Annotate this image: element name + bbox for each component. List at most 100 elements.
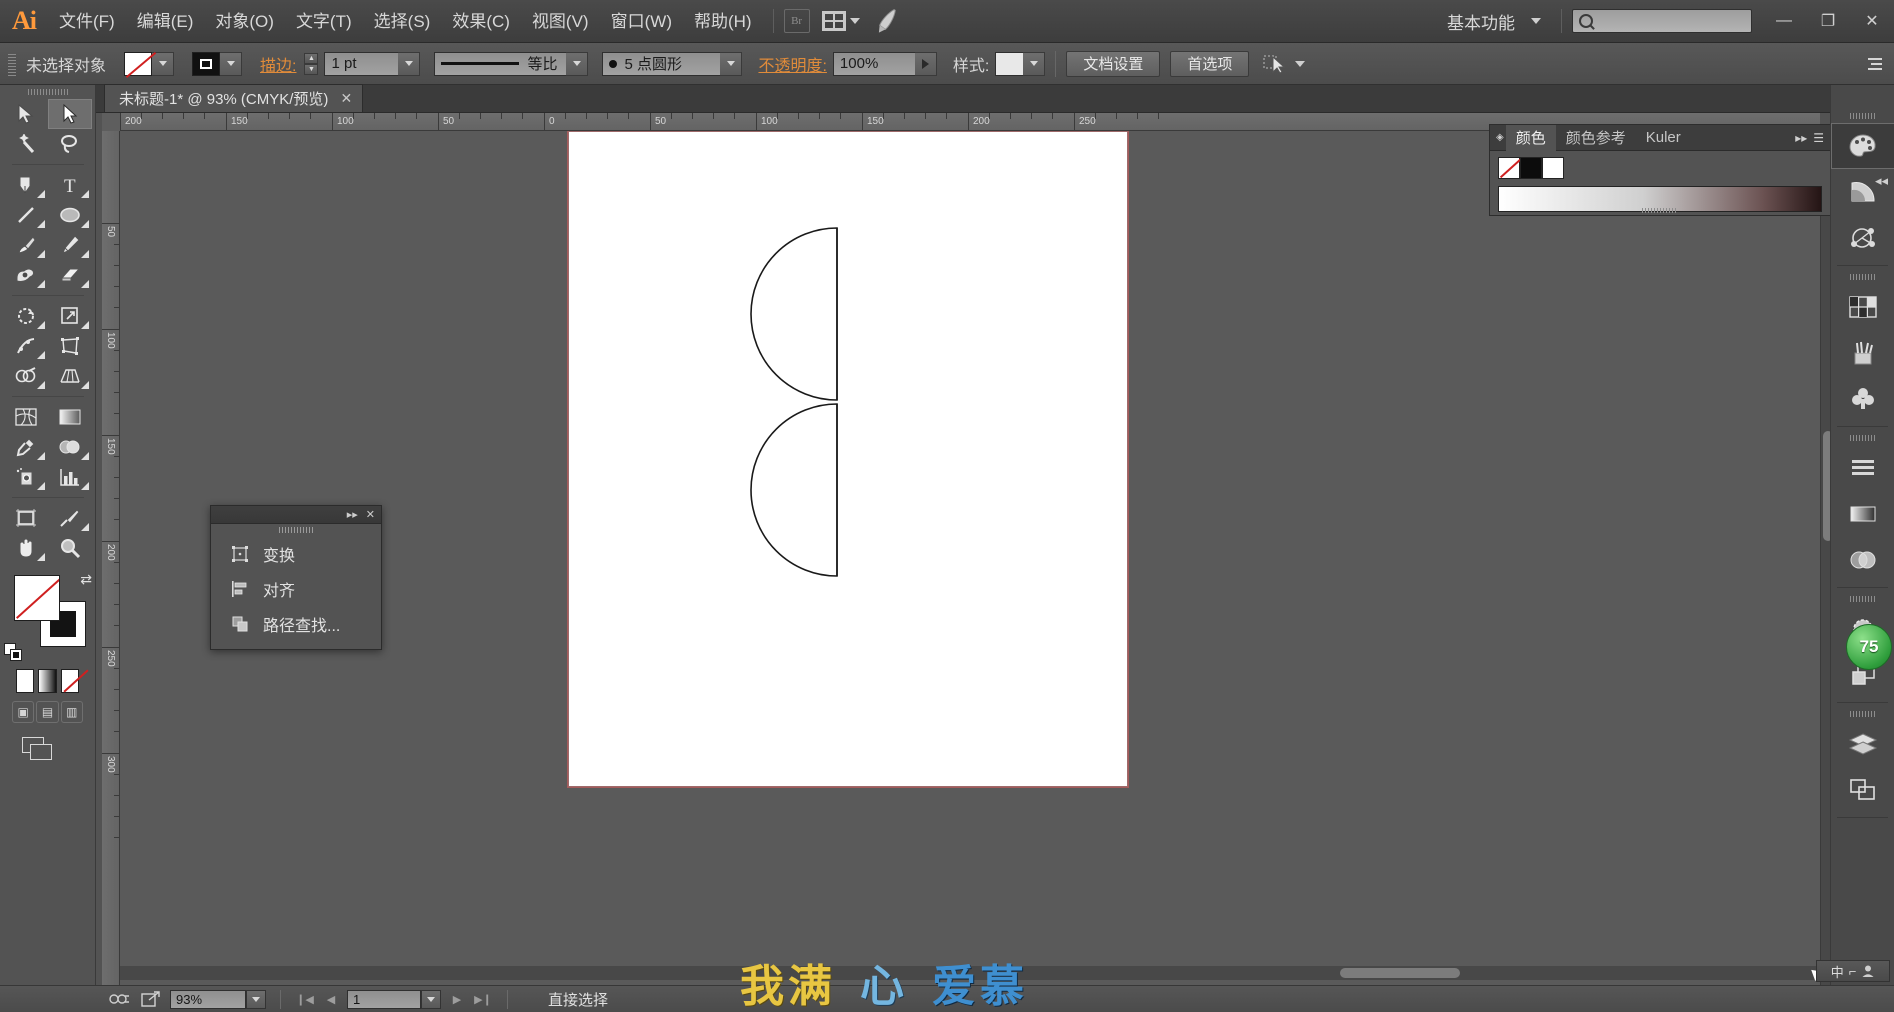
draw-inside-button[interactable]: ▥ — [60, 701, 83, 723]
gradient-tool[interactable] — [48, 402, 92, 432]
style-combo[interactable] — [995, 51, 1046, 76]
stroke-swatch[interactable] — [192, 51, 221, 76]
rocket-icon[interactable] — [872, 7, 902, 35]
panel-popup-grip[interactable] — [211, 524, 381, 536]
blend-tool[interactable] — [48, 432, 92, 462]
draw-normal-button[interactable]: ▣ — [12, 701, 35, 723]
color-mode-button[interactable] — [16, 669, 35, 693]
horizontal-scroll-thumb[interactable] — [1340, 968, 1460, 978]
dock-group-grip-4[interactable] — [1831, 592, 1894, 606]
menu-edit[interactable]: 编辑(E) — [126, 0, 205, 43]
direct-selection-tool[interactable] — [48, 99, 92, 129]
color-swatch-none[interactable] — [1498, 157, 1520, 179]
stroke-profile-value[interactable]: 等比 — [434, 51, 567, 76]
fill-color-swatch[interactable] — [14, 575, 60, 621]
dock-stroke-button[interactable] — [1831, 445, 1894, 491]
arrange-documents-button[interactable] — [821, 11, 860, 31]
close-button[interactable]: ✕ — [1850, 0, 1894, 43]
dock-brushes-button[interactable] — [1831, 330, 1894, 376]
popup-item-pathfinder[interactable]: 路径查找... — [211, 606, 381, 641]
document-tab[interactable]: 未标题-1* @ 93% (CMYK/预览) ✕ — [104, 84, 364, 112]
search-input[interactable] — [1572, 9, 1752, 33]
draw-behind-button[interactable]: ▤ — [36, 701, 59, 723]
artboard[interactable] — [568, 131, 1128, 787]
status-text[interactable]: 直接选择 — [548, 989, 608, 1010]
dock-transparency-button[interactable] — [1831, 537, 1894, 583]
fill-swatch-group[interactable] — [124, 51, 175, 76]
menu-type[interactable]: 文字(T) — [285, 0, 363, 43]
ime-indicator[interactable]: 中 ⌐ — [1816, 960, 1890, 982]
stroke-weight-value[interactable]: 1 pt — [324, 51, 399, 76]
shape-builder-tool[interactable] — [4, 361, 48, 391]
dock-layers-button[interactable] — [1831, 721, 1894, 767]
opacity-combo[interactable]: 100% — [832, 51, 937, 76]
type-tool[interactable]: T — [48, 170, 92, 200]
color-swatch-white[interactable] — [1542, 157, 1564, 179]
fill-swatch[interactable] — [124, 51, 153, 76]
collapse-icon[interactable]: ▸▸ — [1795, 131, 1807, 145]
width-tool[interactable] — [4, 331, 48, 361]
pencil-tool[interactable] — [48, 230, 92, 260]
ruler-corner[interactable] — [102, 113, 120, 131]
stroke-profile-dropdown[interactable] — [566, 51, 589, 76]
tab-color-guide[interactable]: 颜色参考 — [1556, 125, 1636, 151]
popup-item-transform[interactable]: 变换 — [211, 536, 381, 571]
dock-group-grip-5[interactable] — [1831, 707, 1894, 721]
control-bar-grip[interactable] — [8, 51, 16, 76]
opacity-label[interactable]: 不透明度: — [758, 52, 826, 76]
stepper-up-icon[interactable]: ▲ — [304, 52, 319, 64]
magic-wand-tool[interactable] — [4, 129, 48, 159]
panel-popup-titlebar[interactable]: ▸▸ ✕ — [211, 506, 381, 524]
free-transform-tool[interactable] — [48, 331, 92, 361]
pen-tool[interactable] — [4, 170, 48, 200]
brush-definition-dropdown[interactable] — [720, 51, 743, 76]
menu-help[interactable]: 帮助(H) — [683, 0, 763, 43]
workspace-switcher[interactable]: 基本功能 — [1437, 9, 1551, 34]
prev-page-button[interactable]: ◀ — [321, 990, 341, 1009]
vertical-ruler[interactable]: 50 100 150 200 250 300 — [102, 131, 120, 985]
close-icon[interactable]: ✕ — [340, 90, 352, 107]
close-icon[interactable]: ✕ — [366, 508, 375, 521]
zoom-dropdown[interactable] — [246, 989, 266, 1009]
control-bar-overflow[interactable] — [1868, 57, 1894, 71]
panel-shortcut-popup[interactable]: ▸▸ ✕ 变换 对齐 路径查找... — [210, 505, 382, 650]
style-dropdown[interactable] — [1023, 51, 1046, 76]
document-setup-button[interactable]: 文档设置 — [1066, 50, 1161, 77]
color-swatch-black[interactable] — [1520, 157, 1542, 179]
screen-mode-button[interactable] — [22, 737, 56, 763]
hand-tool[interactable] — [4, 533, 48, 563]
dock-swatches-button[interactable] — [1831, 284, 1894, 330]
gradient-mode-button[interactable] — [38, 669, 57, 693]
dock-group-grip-3[interactable] — [1831, 431, 1894, 445]
preferences-button[interactable]: 首选项 — [1170, 50, 1250, 77]
first-page-button[interactable]: ❙◀ — [295, 990, 315, 1009]
panel-collapse-diamond-icon[interactable]: ◈ — [1496, 132, 1504, 143]
tab-kuler[interactable]: Kuler — [1636, 125, 1691, 151]
stroke-swatch-group[interactable] — [192, 51, 243, 76]
dock-group-grip-1[interactable] — [1831, 109, 1894, 123]
minimize-button[interactable]: — — [1762, 0, 1806, 43]
menu-window[interactable]: 窗口(W) — [600, 0, 683, 43]
lasso-tool[interactable] — [48, 129, 92, 159]
column-graph-tool[interactable] — [48, 462, 92, 492]
stroke-weight-stepper[interactable]: ▲ ▼ — [304, 52, 319, 75]
ellipse-tool[interactable] — [48, 200, 92, 230]
last-page-button[interactable]: ▶❙ — [473, 990, 493, 1009]
symbol-sprayer-tool[interactable] — [4, 462, 48, 492]
brush-definition-combo[interactable]: 5 点圆形 — [602, 51, 743, 76]
dock-kuler-button[interactable] — [1831, 215, 1894, 261]
rotate-tool[interactable] — [4, 301, 48, 331]
stroke-profile-combo[interactable]: 等比 — [434, 51, 589, 76]
paintbrush-tool[interactable] — [4, 230, 48, 260]
page-value[interactable]: 1 — [347, 989, 421, 1009]
slice-tool[interactable] — [48, 503, 92, 533]
eyedropper-tool[interactable] — [4, 432, 48, 462]
fill-dropdown-button[interactable] — [152, 51, 175, 76]
dock-group-grip-2[interactable] — [1831, 270, 1894, 284]
artboard-tool[interactable] — [4, 503, 48, 533]
scale-tool[interactable] — [48, 301, 92, 331]
stroke-weight-combo[interactable]: 1 pt — [324, 51, 421, 76]
dock-gradient-button[interactable] — [1831, 491, 1894, 537]
dock-symbols-button[interactable] — [1831, 376, 1894, 422]
stroke-weight-dropdown[interactable] — [398, 51, 421, 76]
